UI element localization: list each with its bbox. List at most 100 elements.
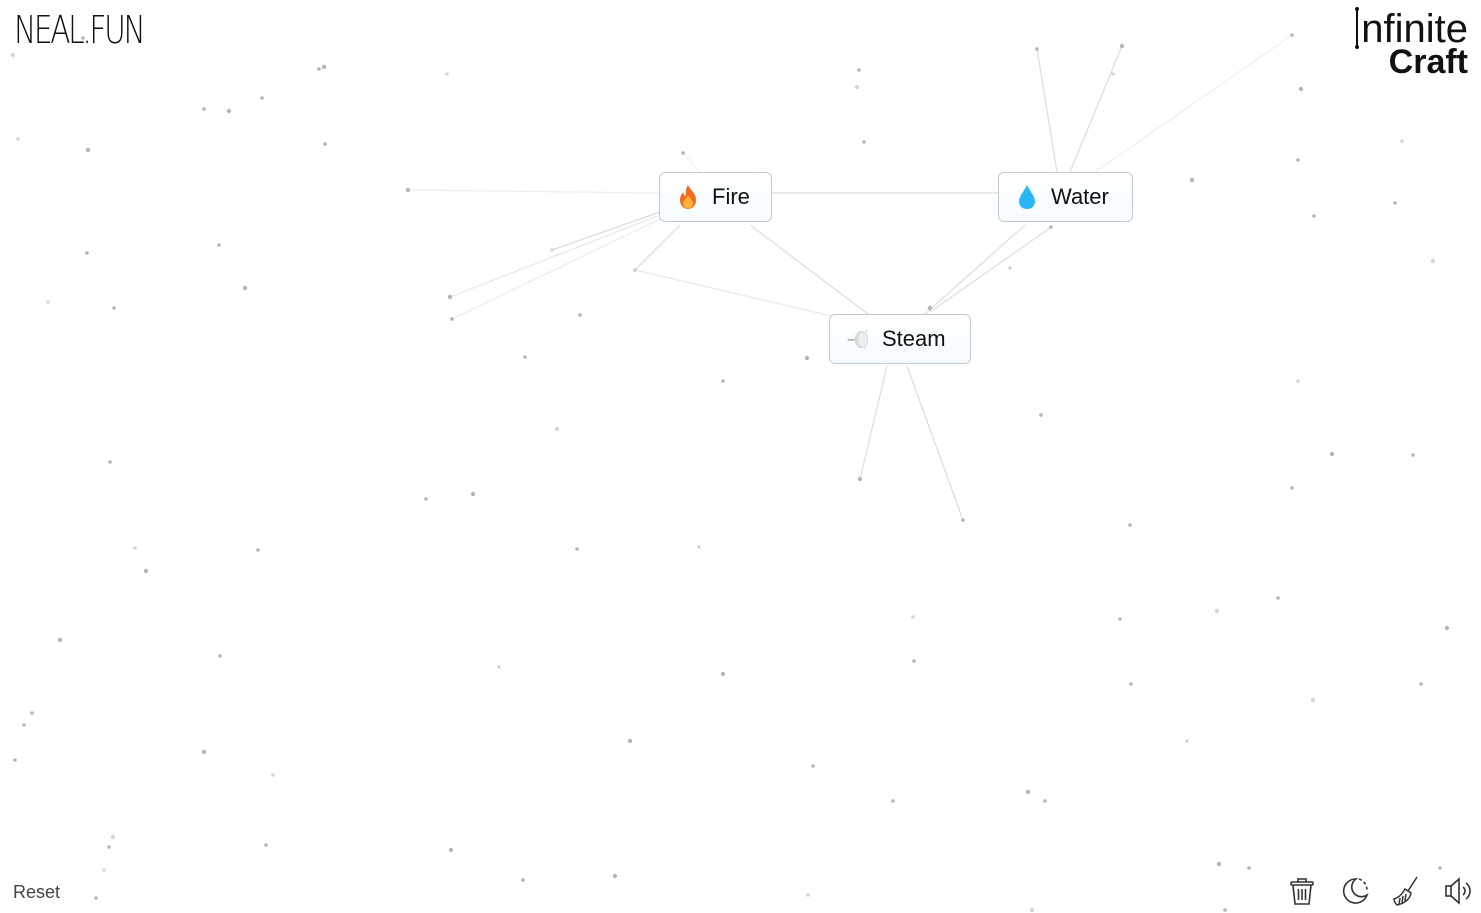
background-dot xyxy=(16,137,20,141)
speaker-icon[interactable] xyxy=(1443,875,1473,907)
background-dot xyxy=(143,568,149,574)
background-dot xyxy=(1400,139,1404,143)
background-dot xyxy=(578,313,582,317)
background-dot xyxy=(201,749,207,755)
crafting-canvas[interactable] xyxy=(0,0,1481,913)
background-dot xyxy=(264,843,268,847)
moon-icon[interactable] xyxy=(1339,875,1369,907)
connection-line xyxy=(682,152,701,173)
background-dot xyxy=(721,379,725,383)
item-steam[interactable]: Steam xyxy=(829,314,971,364)
background-dot xyxy=(1029,907,1035,913)
background-dot xyxy=(271,773,275,777)
background-dot xyxy=(1411,453,1415,457)
toolbar xyxy=(1287,875,1473,907)
background-dot xyxy=(13,758,17,762)
background-dot xyxy=(133,546,137,550)
reset-button[interactable]: Reset xyxy=(13,882,60,903)
background-dot xyxy=(470,491,476,497)
background-dot xyxy=(612,873,618,879)
background-dot xyxy=(317,67,321,71)
background-dot xyxy=(450,317,454,321)
background-dot xyxy=(1128,523,1132,527)
background-dot xyxy=(202,107,206,111)
background-dot xyxy=(1276,596,1280,600)
background-dot xyxy=(1247,866,1251,870)
background-dot xyxy=(1419,682,1423,686)
background-dot xyxy=(448,847,454,853)
background-dot xyxy=(554,426,560,432)
background-dot xyxy=(57,637,63,643)
connection-line xyxy=(1036,48,1058,173)
background-dot xyxy=(523,355,527,359)
water-drop-icon xyxy=(1019,185,1035,209)
background-dot xyxy=(857,68,861,72)
item-label: Water xyxy=(1051,184,1109,209)
fire-icon xyxy=(680,185,696,209)
item-fire[interactable]: Fire xyxy=(659,172,772,222)
background-dot xyxy=(1039,413,1043,417)
background-dot xyxy=(961,518,965,522)
background-dot xyxy=(226,108,232,114)
connection-line xyxy=(634,269,841,319)
background-dot xyxy=(1438,866,1442,870)
background-dot xyxy=(217,243,221,247)
background-dot xyxy=(811,764,815,768)
broom-icon[interactable] xyxy=(1391,875,1421,907)
background-dot xyxy=(256,548,260,552)
background-dot xyxy=(1035,47,1039,51)
background-dot xyxy=(1118,617,1122,621)
connection-lines xyxy=(407,34,1293,521)
background-dot xyxy=(1296,379,1300,383)
background-dot xyxy=(424,497,428,501)
background-dot xyxy=(854,84,860,90)
background-dot xyxy=(85,147,91,153)
background-dot xyxy=(1008,266,1012,270)
item-water[interactable]: Water xyxy=(998,172,1133,222)
connection-line xyxy=(634,224,681,271)
background-dot xyxy=(46,300,50,304)
background-dot xyxy=(94,896,98,900)
background-dot xyxy=(1214,608,1220,614)
connection-line xyxy=(906,365,964,521)
neal-fun-logo[interactable]: NEAL.FUN xyxy=(14,8,146,52)
connection-line xyxy=(1069,45,1123,173)
background-dot xyxy=(447,294,453,300)
connection-line xyxy=(407,189,661,194)
background-dot xyxy=(1185,739,1189,743)
background-dot xyxy=(1298,86,1304,92)
background-dot xyxy=(912,659,916,663)
background-dot xyxy=(1025,789,1031,795)
background-dot xyxy=(1223,908,1227,912)
background-dot xyxy=(1430,258,1436,264)
background-dot xyxy=(927,305,933,311)
background-dot xyxy=(857,476,863,482)
background-dot xyxy=(445,72,449,76)
background-dot xyxy=(405,187,411,193)
background-dot xyxy=(260,96,264,100)
background-dot xyxy=(321,64,327,70)
background-dot xyxy=(1049,225,1053,229)
background-dot xyxy=(1393,201,1397,205)
background-dot xyxy=(627,738,633,744)
cursor-bar-icon xyxy=(1355,7,1360,49)
background-dot xyxy=(110,834,116,840)
background-dot xyxy=(862,140,866,144)
background-dot xyxy=(108,460,112,464)
item-label: Fire xyxy=(712,184,750,209)
background-dot xyxy=(697,545,701,549)
background-dot xyxy=(112,306,116,310)
background-dot xyxy=(1111,72,1115,76)
background-dot xyxy=(242,285,248,291)
background-dot xyxy=(632,267,638,273)
item-label: Steam xyxy=(882,326,946,351)
background-dot xyxy=(218,654,222,658)
background-dot xyxy=(102,868,106,872)
infinite-craft-logo: nfinite Craft xyxy=(1355,7,1468,79)
background-dot xyxy=(521,878,525,882)
background-dot xyxy=(1310,697,1316,703)
background-dot xyxy=(720,671,726,677)
background-dot xyxy=(1329,451,1335,457)
trash-icon[interactable] xyxy=(1287,875,1317,907)
background-dot xyxy=(1129,682,1133,686)
